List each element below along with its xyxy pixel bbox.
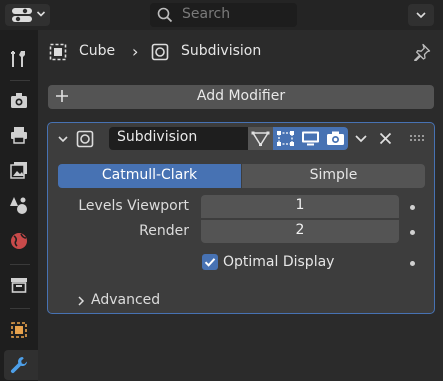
chevron-down-icon — [36, 11, 46, 17]
keyframe-dot[interactable] — [410, 205, 415, 210]
output-icon — [11, 127, 27, 144]
keyframe-dot[interactable] — [410, 261, 415, 266]
viewport-toggle[interactable] — [298, 127, 323, 150]
modifier-name-field[interactable]: Subdivision — [109, 127, 248, 150]
object-icon — [49, 43, 67, 61]
render-icon — [11, 93, 27, 108]
scene-icon — [10, 197, 27, 214]
tool-icon — [11, 51, 25, 67]
modifier-icon — [151, 43, 169, 61]
world-icon — [11, 233, 27, 249]
pin-icon[interactable] — [413, 43, 431, 61]
tab-separator — [10, 264, 30, 265]
tab-tool[interactable] — [4, 44, 34, 74]
search-input[interactable]: Search — [150, 3, 297, 27]
edit-cage-toggle[interactable] — [248, 127, 273, 150]
tab-modifiers[interactable] — [4, 350, 38, 380]
chevron-down-icon — [416, 12, 426, 19]
add-modifier-button[interactable]: Add Modifier — [48, 85, 434, 109]
editor-type-menu[interactable] — [5, 4, 50, 26]
levels-viewport-field[interactable]: 1 — [201, 195, 399, 218]
search-placeholder: Search — [182, 6, 231, 22]
subdivision-modifier-panel: Subdivision Catmull-Clark Simple Levels … — [47, 122, 435, 314]
collapse-chevron-icon[interactable] — [57, 133, 69, 145]
tab-object[interactable] — [4, 315, 34, 345]
keyframe-dot[interactable] — [410, 230, 415, 235]
properties-editor-icon — [12, 8, 32, 22]
tab-separator — [10, 80, 30, 81]
view-layer-icon — [10, 162, 27, 179]
tab-render[interactable] — [4, 86, 34, 116]
editor-header: Search — [0, 0, 443, 30]
advanced-subpanel-header[interactable]: Advanced — [91, 292, 160, 308]
close-icon[interactable] — [379, 132, 392, 145]
edit-mode-icon — [277, 131, 294, 146]
cage-vertex-icon — [251, 131, 270, 147]
drag-handle-icon[interactable] — [410, 135, 426, 141]
extra-options-chevron-icon[interactable] — [354, 133, 368, 145]
breadcrumb-separator: › — [132, 42, 139, 61]
object-icon — [11, 322, 27, 338]
edit-mode-toggle[interactable] — [273, 127, 298, 150]
render-levels-field[interactable]: 2 — [201, 220, 399, 243]
add-modifier-label: Add Modifier — [196, 88, 286, 104]
search-icon — [157, 7, 173, 23]
header-options-menu[interactable] — [408, 4, 434, 26]
tab-output[interactable] — [4, 120, 34, 150]
collection-icon — [11, 278, 27, 293]
chevron-right-icon[interactable] — [76, 295, 86, 307]
modifier-type-icon — [76, 130, 94, 148]
breadcrumb-modifier: Subdivision — [181, 43, 262, 59]
camera-icon — [327, 131, 344, 145]
tab-world[interactable] — [4, 226, 34, 256]
tab-collection[interactable] — [4, 270, 34, 300]
tab-scene[interactable] — [4, 190, 34, 220]
levels-viewport-label: Levels Viewport — [78, 198, 189, 214]
render-levels-label: Render — [139, 223, 189, 239]
optimal-display-checkbox[interactable] — [202, 254, 218, 270]
checkmark-icon — [204, 258, 216, 267]
render-toggle[interactable] — [323, 127, 348, 150]
optimal-display-label[interactable]: Optimal Display — [223, 254, 334, 270]
tab-separator — [10, 308, 30, 309]
catmull-clark-option[interactable]: Catmull-Clark — [58, 164, 241, 188]
wrench-icon — [10, 357, 27, 374]
tab-view-layer[interactable] — [4, 155, 34, 185]
simple-option[interactable]: Simple — [242, 164, 425, 188]
monitor-icon — [302, 131, 319, 146]
breadcrumb-object[interactable]: Cube — [79, 43, 115, 67]
properties-tab-bar — [0, 30, 38, 381]
